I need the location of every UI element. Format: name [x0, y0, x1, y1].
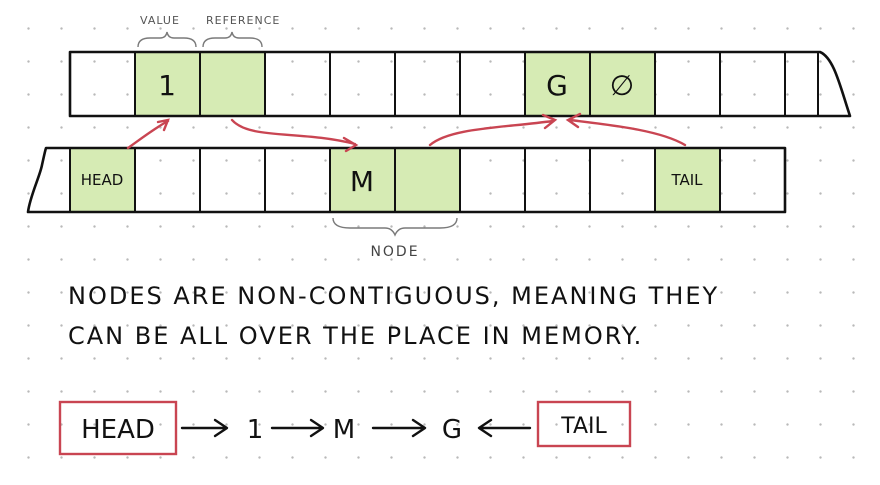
value-label: VALUE — [140, 14, 180, 27]
flow-arrow-tail-to-g — [477, 418, 532, 438]
memory-row-top: 1 G ∅ — [68, 50, 852, 118]
null-reference-icon: ∅ — [610, 69, 634, 102]
flow-arrow-m-to-g — [371, 418, 427, 438]
flow-step-1: 1 — [247, 415, 264, 445]
node-reference-cell-1 — [200, 52, 265, 116]
flow-step-m: M — [333, 415, 355, 445]
node-label: NODE — [370, 244, 419, 260]
caption: NODES ARE NON-CONTIGUOUS, MEANING THEY C… — [68, 282, 719, 350]
node-reference-cell-m — [395, 148, 460, 212]
arrow-m-to-g — [428, 113, 558, 147]
node-value-g: G — [546, 69, 568, 102]
arrow-tail-to-g — [565, 112, 687, 147]
node-brace — [332, 217, 458, 237]
value-brace — [137, 31, 197, 48]
arrow-head-to-1 — [126, 118, 170, 150]
node-value-m: M — [350, 165, 374, 198]
caption-line-2: CAN BE ALL OVER THE PLACE IN MEMORY. — [68, 322, 643, 350]
reference-brace — [202, 31, 263, 48]
memory-row-bottom: HEAD M TAIL — [26, 146, 787, 214]
tail-cell-label: TAIL — [670, 171, 703, 189]
flow-step-g: G — [442, 415, 462, 445]
flow-head-label: HEAD — [81, 415, 155, 445]
flow-tail-label: TAIL — [560, 414, 607, 439]
linked-list-diagram: 1 G ∅ VALUE REFERENCE HEAD M TAIL NODE N… — [26, 14, 852, 456]
linked-list-flow: HEAD 1 M G TAIL — [58, 400, 632, 456]
flow-arrow-head-to-1 — [180, 418, 229, 438]
reference-label: REFERENCE — [206, 14, 280, 27]
arrow-1-to-m — [230, 118, 359, 153]
node-brace-group: NODE — [332, 217, 458, 260]
memory-row-bottom-dividers — [69, 148, 721, 212]
caption-line-1: NODES ARE NON-CONTIGUOUS, MEANING THEY — [68, 282, 719, 310]
node-value-1: 1 — [158, 69, 176, 102]
flow-arrow-1-to-m — [270, 418, 325, 438]
value-reference-braces: VALUE REFERENCE — [137, 14, 280, 48]
reference-arrows — [126, 112, 687, 153]
head-cell-label: HEAD — [81, 171, 124, 189]
